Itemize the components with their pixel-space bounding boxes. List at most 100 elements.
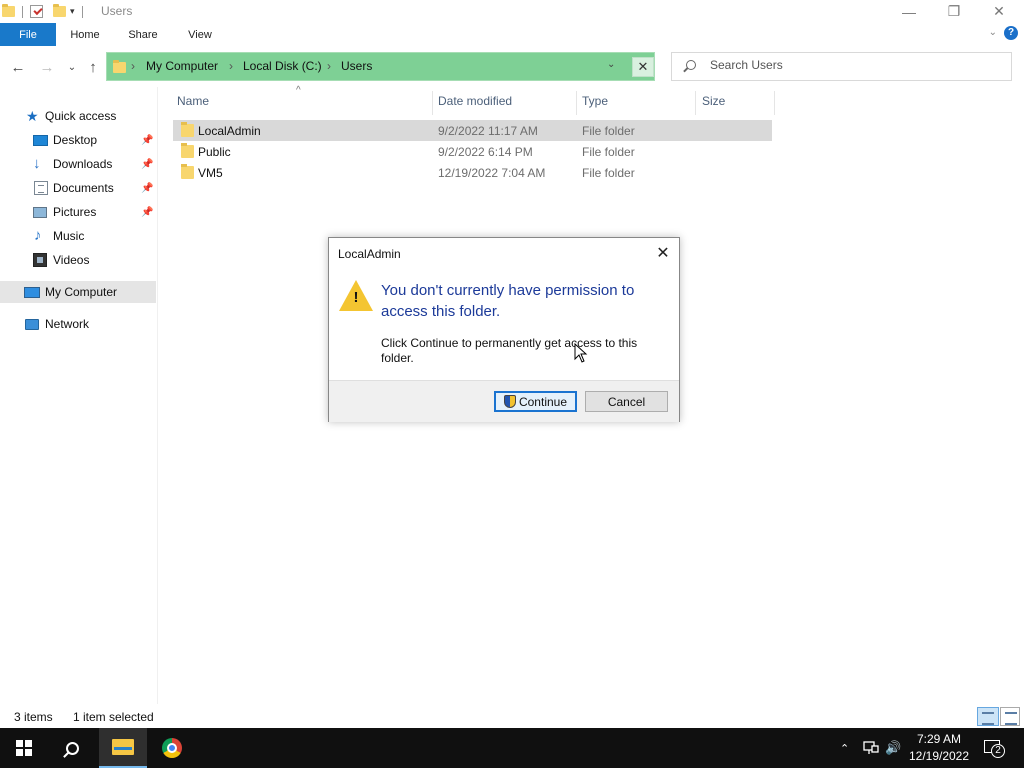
breadcrumb-my-computer[interactable]: My Computer	[146, 59, 218, 73]
sidebar-item-label: Network	[45, 317, 90, 331]
breadcrumb-users[interactable]: Users	[341, 59, 372, 73]
column-divider[interactable]	[774, 91, 775, 115]
sort-ascending-icon: ^	[296, 85, 301, 96]
file-date: 9/2/2022 6:14 PM	[438, 145, 533, 159]
forward-button[interactable]: →	[37, 57, 57, 77]
expand-ribbon-chevron-icon[interactable]: ⌄	[989, 27, 997, 38]
sidebar-item-documents[interactable]: Documents 📌	[0, 177, 156, 199]
column-header-date-modified[interactable]: Date modified	[438, 87, 512, 115]
pin-icon[interactable]: 📌	[141, 207, 153, 218]
start-button[interactable]	[0, 728, 48, 768]
continue-button[interactable]: Continue	[494, 391, 577, 412]
toolbar-separator	[81, 5, 83, 18]
notification-count-badge: 2	[991, 744, 1005, 758]
sidebar-item-quick-access[interactable]: ★ Quick access	[0, 105, 156, 127]
sidebar-item-videos[interactable]: Videos	[0, 249, 156, 271]
pane-divider[interactable]	[157, 87, 158, 704]
tab-view[interactable]: View	[175, 23, 225, 46]
minimize-button[interactable]: —	[886, 0, 932, 23]
search-icon	[65, 741, 79, 755]
address-bar[interactable]: › My Computer › Local Disk (C:) › Users …	[106, 52, 655, 81]
sidebar-item-downloads[interactable]: ↓ Downloads 📌	[0, 153, 156, 175]
breadcrumb-local-disk[interactable]: Local Disk (C:)	[243, 59, 322, 73]
videos-icon	[33, 253, 47, 267]
details-view-button[interactable]	[977, 707, 999, 726]
dialog-close-button[interactable]: ✕	[653, 243, 673, 263]
file-row-public[interactable]: Public 9/2/2022 6:14 PM File folder	[173, 141, 772, 162]
column-divider[interactable]	[576, 91, 577, 115]
tab-home[interactable]: Home	[60, 23, 110, 46]
taskbar-file-explorer[interactable]	[99, 728, 147, 768]
folder-icon	[181, 164, 194, 179]
back-button[interactable]: ←	[8, 57, 28, 77]
volume-icon[interactable]: 🔊	[885, 728, 901, 768]
address-clear-button[interactable]: ✕	[632, 57, 654, 77]
column-header-type[interactable]: Type	[582, 87, 608, 115]
search-box[interactable]	[671, 52, 1012, 81]
sidebar-item-label: Music	[53, 229, 85, 243]
status-bar: 3 items 1 item selected	[0, 704, 1024, 728]
breadcrumb-separator[interactable]: ›	[229, 59, 233, 73]
sidebar-item-music[interactable]: ♪ Music	[0, 225, 156, 247]
clock[interactable]: 7:29 AM 12/19/2022	[907, 731, 971, 765]
toolbar-separator	[22, 5, 23, 18]
address-dropdown-chevron-icon[interactable]: ⌄	[607, 59, 615, 70]
breadcrumb-separator[interactable]: ›	[327, 59, 331, 73]
taskbar-chrome[interactable]	[148, 728, 196, 768]
sidebar-item-my-computer[interactable]: My Computer	[0, 281, 156, 303]
recent-locations-chevron-icon[interactable]: ⌄	[62, 57, 82, 77]
pin-icon[interactable]: 📌	[141, 135, 153, 146]
pin-icon[interactable]: 📌	[141, 159, 153, 170]
quick-access-toolbar: ▾	[2, 3, 86, 20]
tab-share[interactable]: Share	[118, 23, 168, 46]
dialog-heading: You don't currently have permission to a…	[381, 282, 635, 320]
sidebar-item-desktop[interactable]: Desktop 📌	[0, 129, 156, 151]
customize-toolbar-dropdown-icon[interactable]: ▾	[70, 6, 75, 17]
sidebar-item-label: Documents	[53, 181, 114, 195]
help-icon[interactable]: ?	[1004, 26, 1018, 40]
sidebar-item-label: My Computer	[45, 285, 118, 299]
close-window-button[interactable]: ✕	[976, 0, 1022, 23]
pin-icon[interactable]: 📌	[141, 183, 153, 194]
up-button[interactable]: ↑	[83, 57, 103, 77]
documents-icon	[34, 181, 48, 195]
dialog-button-bar: Continue Cancel	[329, 380, 679, 422]
column-headers: ^ Name Date modified Type Size	[158, 85, 778, 115]
search-input[interactable]	[710, 58, 1000, 72]
column-divider[interactable]	[432, 91, 433, 115]
new-folder-icon[interactable]	[53, 4, 66, 17]
tab-file[interactable]: File	[0, 23, 56, 46]
sidebar-item-label: Videos	[53, 253, 90, 267]
file-row-vm5[interactable]: VM5 12/19/2022 7:04 AM File folder	[173, 162, 772, 183]
chrome-icon	[162, 738, 182, 758]
network-status-icon[interactable]	[863, 728, 879, 768]
folder-icon	[181, 122, 194, 137]
desktop-icon	[33, 134, 48, 146]
column-header-name[interactable]: Name	[177, 87, 209, 115]
large-icons-view-button[interactable]	[1000, 707, 1020, 726]
restore-button[interactable]: ❐	[931, 0, 977, 23]
properties-icon[interactable]	[30, 5, 43, 18]
file-date: 9/2/2022 11:17 AM	[438, 124, 538, 138]
title-bar: ▾ Users — ❐ ✕	[0, 0, 1024, 23]
clock-time: 7:29 AM	[916, 732, 962, 746]
cancel-button[interactable]: Cancel	[585, 391, 668, 412]
taskbar: ⌃ 🔊 7:29 AM 12/19/2022 2	[0, 728, 1024, 768]
sidebar-item-pictures[interactable]: Pictures 📌	[0, 201, 156, 223]
item-count: 3 items	[14, 710, 53, 724]
file-type: File folder	[582, 166, 635, 180]
column-divider[interactable]	[695, 91, 696, 115]
show-hidden-icons-chevron-icon[interactable]: ⌃	[840, 728, 849, 768]
file-name: VM5	[198, 166, 223, 180]
address-folder-icon	[113, 60, 126, 73]
action-center-button[interactable]: 2	[982, 738, 1005, 758]
ribbon-tabs: File Home Share View ⌄ ?	[0, 23, 1024, 47]
file-name: LocalAdmin	[198, 124, 261, 138]
sidebar-item-network[interactable]: Network	[0, 313, 156, 335]
column-header-size[interactable]: Size	[702, 87, 725, 115]
taskbar-search-button[interactable]	[48, 728, 96, 768]
uac-shield-icon	[503, 395, 516, 408]
file-row-localadmin[interactable]: LocalAdmin 9/2/2022 11:17 AM File folder	[173, 120, 772, 141]
selection-status: 1 item selected	[73, 710, 154, 724]
file-type: File folder	[582, 145, 635, 159]
